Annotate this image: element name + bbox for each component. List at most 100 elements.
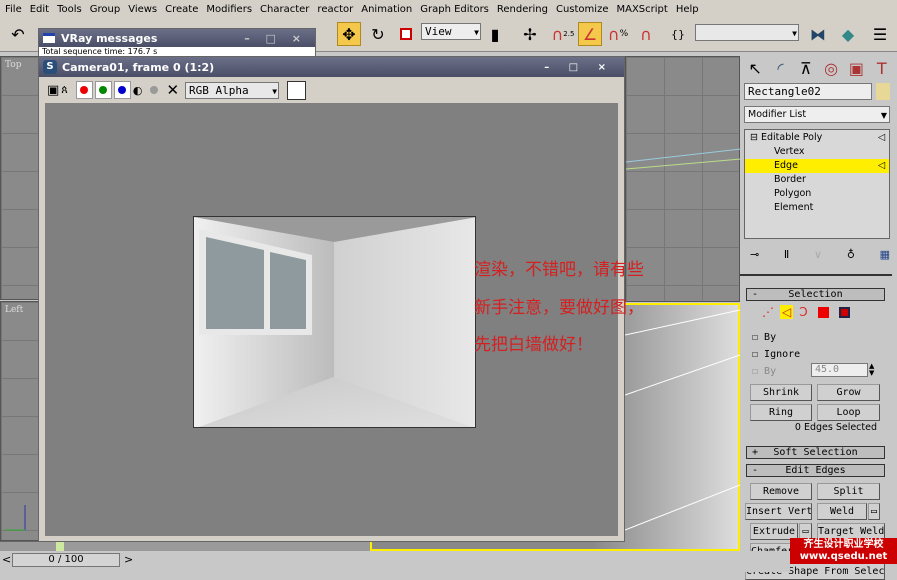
utilities-tab-icon[interactable]: T: [871, 56, 893, 80]
menu-help[interactable]: Help: [673, 4, 704, 15]
modifier-list-dropdown[interactable]: Modifier List ▼: [744, 106, 890, 123]
percent-snap-icon[interactable]: ∩%: [606, 22, 630, 46]
panel-tabs: ↖ ◜ ⊼ ◎ ▣ T: [740, 52, 897, 80]
window-controls[interactable]: – □ ×: [244, 32, 307, 45]
stack-item-polygon[interactable]: Polygon: [745, 187, 889, 201]
scale-icon[interactable]: [394, 22, 418, 46]
insert-vertex-button[interactable]: Insert Vertex: [745, 503, 812, 520]
monochrome-icon[interactable]: ◐: [133, 84, 143, 97]
watermark-logo: 齐生设计职业学校 www.qsedu.net: [790, 538, 897, 564]
selection-rollout-header[interactable]: - Selection: [746, 288, 885, 301]
transform-axis-icon[interactable]: ✢: [518, 22, 542, 46]
green-channel-button[interactable]: [94, 81, 112, 99]
weld-button[interactable]: Weld: [817, 503, 867, 520]
menu-views[interactable]: Views: [125, 4, 162, 15]
menu-animation[interactable]: Animation: [358, 4, 417, 15]
save-icon[interactable]: ▣: [47, 83, 59, 98]
shrink-button[interactable]: Shrink: [750, 384, 812, 401]
object-color-swatch[interactable]: [876, 83, 890, 100]
make-unique-icon[interactable]: ∨: [814, 248, 822, 261]
edge-mode-icon[interactable]: ◁: [780, 305, 794, 319]
prev-frame-icon[interactable]: <: [2, 553, 11, 566]
rotate-icon[interactable]: ↻: [366, 22, 390, 46]
hierarchy-tab-icon[interactable]: ⊼: [795, 56, 817, 80]
object-name-input[interactable]: Rectangle02: [744, 83, 872, 100]
align-icon[interactable]: ◆: [836, 22, 860, 46]
vray-messages-window[interactable]: VRay messages – □ × Total sequence time:…: [38, 28, 316, 58]
menu-rendering[interactable]: Rendering: [494, 4, 553, 15]
create-tab-icon[interactable]: ↖: [744, 56, 766, 80]
window-controls[interactable]: – □ ×: [544, 62, 614, 73]
stack-item-edge[interactable]: Edge ◁: [745, 159, 889, 173]
layers-icon[interactable]: ☰: [868, 22, 892, 46]
rendered-image: [193, 216, 476, 428]
reference-coord-dropdown[interactable]: View ▼: [421, 23, 481, 40]
undo-icon[interactable]: ↶: [6, 22, 30, 46]
stack-item-vertex[interactable]: Vertex: [745, 145, 889, 159]
clear-icon[interactable]: ✕: [166, 81, 179, 99]
menu-tools[interactable]: Tools: [54, 4, 87, 15]
menu-character[interactable]: Character: [257, 4, 314, 15]
channel-dropdown[interactable]: RGB Alpha ▼: [185, 81, 280, 99]
weld-settings-icon[interactable]: ▭: [868, 503, 880, 520]
soft-selection-rollout-header[interactable]: + Soft Selection: [746, 446, 885, 459]
modify-tab-icon[interactable]: ◜: [769, 56, 791, 80]
divider: [740, 274, 892, 276]
annotation-line: 渲染，不错吧，请有些: [474, 260, 644, 280]
menu-group[interactable]: Group: [87, 4, 125, 15]
remove-button[interactable]: Remove: [750, 483, 812, 500]
split-button[interactable]: Split: [817, 483, 880, 500]
ring-button[interactable]: Ring: [750, 404, 812, 421]
viewport-top[interactable]: Top: [0, 56, 40, 300]
color-swatch[interactable]: [287, 80, 307, 100]
menu-file[interactable]: File: [2, 4, 27, 15]
menu-create[interactable]: Create: [162, 4, 203, 15]
time-slider[interactable]: 0 / 100: [12, 553, 120, 567]
grow-button[interactable]: Grow: [817, 384, 880, 401]
alpha-icon[interactable]: [150, 86, 159, 94]
snap-toggle-icon[interactable]: ∩ 2.5: [551, 22, 575, 46]
element-mode-icon[interactable]: [838, 306, 850, 318]
polygon-mode-icon[interactable]: [817, 306, 829, 318]
ignore-backfacing-checkbox[interactable]: ☐ Ignore: [752, 346, 800, 363]
named-selection-dropdown[interactable]: ▼: [695, 24, 799, 41]
clone-icon[interactable]: ጰ: [61, 83, 68, 97]
mirror-icon[interactable]: ⧓: [806, 22, 830, 46]
viewport-left[interactable]: Left: [0, 301, 40, 541]
selection-status: 0 Edges Selected: [794, 422, 877, 433]
red-channel-button[interactable]: [75, 81, 93, 99]
blue-channel-button[interactable]: [113, 81, 131, 99]
edge-icon: ◁: [877, 160, 885, 171]
edit-named-selection-icon[interactable]: {}: [666, 22, 690, 46]
angle-spinner[interactable]: 45.0: [811, 363, 868, 377]
track-bar[interactable]: [0, 541, 370, 551]
menu-customize[interactable]: Customize: [553, 4, 614, 15]
menu-modifiers[interactable]: Modifiers: [203, 4, 257, 15]
angle-snap-icon[interactable]: ∠: [578, 22, 602, 46]
next-frame-icon[interactable]: >: [124, 553, 133, 566]
stack-item-border[interactable]: Border: [745, 173, 889, 187]
menu-graph-editors[interactable]: Graph Editors: [417, 4, 494, 15]
spinner-arrows-icon[interactable]: ▲ ▼: [869, 363, 874, 377]
by-vertex-checkbox[interactable]: ☐ By: [752, 329, 800, 346]
configure-modifier-sets-icon[interactable]: ▦: [880, 248, 890, 261]
show-end-result-icon[interactable]: Ⅱ: [784, 248, 789, 261]
stack-item-editable-poly[interactable]: ⊟ Editable Poly ◁: [745, 131, 889, 145]
pivot-icon[interactable]: ▮: [483, 22, 507, 46]
motion-tab-icon[interactable]: ◎: [820, 56, 842, 80]
pin-stack-icon[interactable]: ⊸: [750, 248, 759, 261]
border-mode-icon[interactable]: Ɔ: [799, 305, 807, 319]
loop-button[interactable]: Loop: [817, 404, 880, 421]
vertex-mode-icon[interactable]: ⋰: [762, 305, 774, 319]
edit-edges-rollout-header[interactable]: - Edit Edges: [746, 464, 885, 477]
spinner-snap-icon[interactable]: ∩: [634, 22, 658, 46]
menu-reactor[interactable]: reactor: [314, 4, 358, 15]
stack-item-element[interactable]: Element: [745, 201, 889, 215]
display-tab-icon[interactable]: ▣: [845, 56, 867, 80]
menu-edit[interactable]: Edit: [27, 4, 54, 15]
menu-maxscript[interactable]: MAXScript: [613, 4, 672, 15]
remove-modifier-icon[interactable]: ♁: [847, 248, 855, 261]
by-angle-checkbox[interactable]: ☐ By: [752, 363, 800, 380]
move-icon[interactable]: ✥: [337, 22, 361, 46]
render-canvas: [45, 103, 618, 536]
